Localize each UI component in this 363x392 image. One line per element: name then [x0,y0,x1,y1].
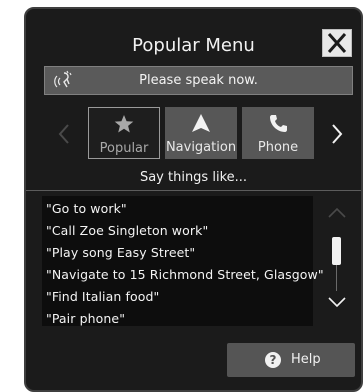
phone-icon [270,115,287,132]
scroll-up-icon[interactable] [328,207,346,219]
list-item[interactable]: "Go to work" [46,201,127,216]
close-button[interactable] [322,29,352,57]
list-item[interactable]: "Play song Easy Street" [46,245,195,260]
hint-text: Say things like... [139,170,248,185]
tab-phone[interactable]: Phone [242,107,314,159]
scrollbar-thumb[interactable] [332,237,341,265]
scroll-down-icon[interactable] [328,296,346,308]
divider [26,190,361,191]
tab-popular[interactable]: Popular [88,107,160,159]
list-item[interactable]: "Pair phone" [46,311,125,326]
star-icon [114,115,134,133]
navigation-arrow-icon [192,114,210,132]
tab-navigation-label: Navigation [165,140,237,155]
chevron-right-icon[interactable] [330,123,344,145]
list-item[interactable]: "Find Italian food" [46,289,159,304]
list-item[interactable]: "Call Zoe Singleton work" [46,223,208,238]
close-icon [327,33,347,53]
help-icon: ? [265,352,281,368]
help-button[interactable]: ? Help [227,343,355,377]
help-button-label: Help [291,352,321,367]
voice-menu-panel: Popular Menu Please speak now. Popular N… [24,7,363,392]
tab-navigation[interactable]: Navigation [165,107,237,159]
speak-prompt-bar: Please speak now. [44,66,353,95]
speak-prompt-text: Please speak now. [139,73,258,88]
list-item[interactable]: "Navigate to 15 Richmond Street, Glasgow… [46,267,324,282]
chevron-left-icon[interactable] [57,123,71,145]
window-title: Popular Menu [132,35,255,56]
tab-phone-label: Phone [257,140,299,155]
scrollbar-track[interactable] [336,265,337,291]
tab-popular-label: Popular [99,141,149,156]
command-list[interactable]: "Go to work" "Call Zoe Singleton work" "… [42,196,324,326]
